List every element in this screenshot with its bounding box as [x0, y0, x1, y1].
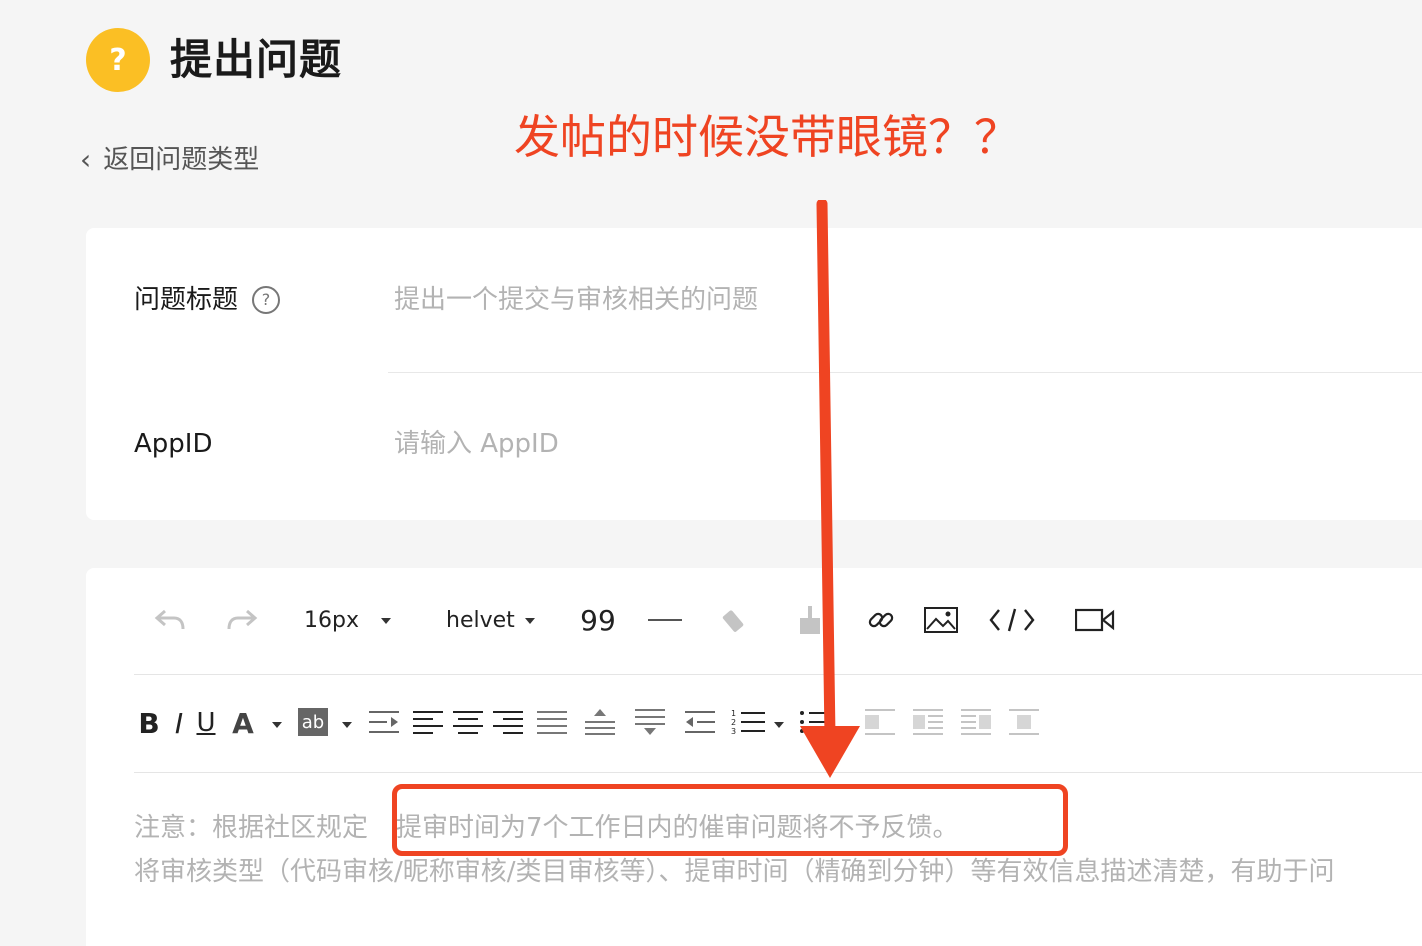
- image-icon[interactable]: [924, 606, 958, 634]
- annotation-arrow-icon: [800, 200, 860, 778]
- blockquote-icon[interactable]: 99: [578, 602, 618, 638]
- question-info-card: 问题标题 ? AppID: [86, 228, 1422, 520]
- question-badge-icon: ?: [86, 28, 150, 92]
- toolbar-divider: [134, 772, 1422, 773]
- annotation-text: 发帖的时候没带眼镜？？: [514, 110, 1020, 164]
- outdent-icon[interactable]: [684, 708, 716, 736]
- chevron-left-icon: ‹: [80, 143, 92, 176]
- page-title: 提出问题: [170, 35, 343, 84]
- italic-button[interactable]: I: [168, 706, 190, 740]
- svg-text:3: 3: [731, 727, 736, 736]
- field-divider: [388, 372, 1422, 373]
- video-icon[interactable]: [1074, 606, 1116, 634]
- code-icon[interactable]: [988, 606, 1036, 634]
- ordered-list-icon[interactable]: 123: [730, 708, 768, 736]
- chevron-down-icon[interactable]: [342, 722, 352, 728]
- horizontal-rule-icon[interactable]: [648, 618, 682, 622]
- editor-hint-line-1-prefix: 注意：根据社区规定: [134, 813, 369, 843]
- float-center-icon[interactable]: [1008, 708, 1040, 736]
- editor-hint-line-2: 将审核类型（代码审核/昵称审核/类目审核等）、提审时间（精确到分钟）等有效信息描…: [134, 857, 1335, 887]
- indent-icon[interactable]: [368, 708, 400, 736]
- undo-icon[interactable]: [152, 604, 188, 636]
- font-size-value: 16px: [304, 608, 359, 633]
- chevron-down-icon: [524, 618, 535, 624]
- appid-label: AppID: [134, 424, 212, 464]
- bold-button[interactable]: B: [136, 706, 162, 740]
- align-left-icon[interactable]: [412, 708, 444, 736]
- font-color-button[interactable]: A: [230, 706, 256, 740]
- back-link-label: 返回问题类型: [103, 145, 260, 175]
- float-right-icon[interactable]: [960, 708, 992, 736]
- align-justify-icon[interactable]: [536, 708, 568, 736]
- eraser-icon[interactable]: [720, 604, 752, 636]
- back-to-question-types-link[interactable]: ‹ 返回问题类型: [80, 140, 259, 180]
- toolbar-divider: [134, 674, 1422, 675]
- font-family-value: helvet: [446, 608, 515, 633]
- link-icon[interactable]: [864, 604, 898, 636]
- redo-icon[interactable]: [224, 604, 260, 636]
- annotation-highlight-box: [392, 784, 1068, 856]
- font-size-select[interactable]: 16px: [304, 606, 391, 636]
- editor-card: 16px helvet 99 B I U A ab 1 2 3 注意：根据社区规…: [86, 568, 1422, 946]
- underline-button[interactable]: U: [194, 706, 218, 740]
- background-color-button[interactable]: ab: [298, 708, 328, 736]
- svg-text:2: 2: [731, 718, 736, 727]
- question-title-label: 问题标题 ?: [134, 280, 281, 320]
- font-family-select[interactable]: helvet: [446, 606, 535, 636]
- help-icon[interactable]: ?: [252, 286, 281, 314]
- float-inline-icon[interactable]: [912, 708, 944, 736]
- chevron-down-icon[interactable]: [272, 722, 282, 728]
- chevron-down-icon[interactable]: [774, 722, 784, 728]
- align-center-icon[interactable]: [452, 708, 484, 736]
- line-height-middle-icon[interactable]: [634, 706, 666, 738]
- line-height-top-icon[interactable]: [584, 706, 616, 738]
- question-title-label-text: 问题标题: [134, 285, 239, 315]
- align-right-icon[interactable]: [492, 708, 524, 736]
- svg-text:1: 1: [731, 709, 736, 718]
- chevron-down-icon: [380, 618, 391, 624]
- appid-label-text: AppID: [134, 429, 213, 459]
- float-left-icon[interactable]: [864, 708, 896, 736]
